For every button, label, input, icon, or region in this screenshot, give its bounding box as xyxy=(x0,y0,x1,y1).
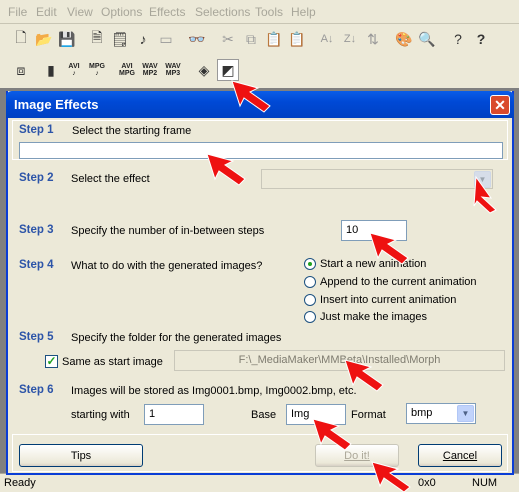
save-icon[interactable]: 💾 xyxy=(56,28,78,50)
sort-descending-icon[interactable]: Z↓ xyxy=(339,28,361,50)
wav-to-mp2-icon[interactable]: WAV MP2 xyxy=(139,59,161,81)
cut-icon[interactable]: ✂ xyxy=(217,28,239,50)
copy-icon[interactable]: ⧉ xyxy=(240,28,262,50)
menu-help[interactable]: Help xyxy=(291,5,316,19)
zoom-icon[interactable]: 🔍 xyxy=(416,28,438,50)
image-info-icon[interactable]: ▮ xyxy=(40,59,62,81)
step3-label: Step 3 xyxy=(19,224,54,236)
dialog-titlebar[interactable]: Image Effects ✕ xyxy=(6,91,514,118)
layers-icon[interactable]: ◈ xyxy=(193,59,215,81)
base-input[interactable]: Img xyxy=(286,404,346,425)
paste-icon[interactable]: 📋 xyxy=(263,28,285,50)
status-text: Ready xyxy=(4,477,36,489)
tips-button[interactable]: Tips xyxy=(19,444,143,467)
radio-insert-animation[interactable]: Insert into current animation xyxy=(304,294,456,306)
whats-this-icon[interactable]: ? xyxy=(447,28,469,50)
sort-ascending-icon[interactable]: A↓ xyxy=(316,28,338,50)
radio-append-animation[interactable]: Append to the current animation xyxy=(304,276,477,288)
main-toolbar: 🗋 📂 💾 🗎 🗒 ♪ ▭ 👓 ✂ ⧉ 📋 📋 A↓ Z↓ ⇅ 🎨 🔍 ? ? xyxy=(0,25,519,55)
close-icon[interactable]: ✕ xyxy=(490,95,510,115)
starting-with-input[interactable]: 1 xyxy=(144,404,204,425)
step2-text: Select the effect xyxy=(71,173,150,185)
step6-text: Images will be stored as Img0001.bmp, Im… xyxy=(71,385,357,397)
sort-icon[interactable]: ⇅ xyxy=(362,28,384,50)
secondary-toolbar: ⧈ ▮ AVI ♪ MPG ♪ AVI MPG WAV MP2 WAV MP3 ◈ ◩ xyxy=(0,56,519,86)
wav-to-mp3-icon[interactable]: WAV MP3 xyxy=(162,59,184,81)
radio-label: Append to the current animation xyxy=(320,276,477,288)
step1-label: Step 1 xyxy=(19,124,54,136)
step3-text: Specify the number of in-between steps xyxy=(71,225,265,237)
help-icon[interactable]: ? xyxy=(470,28,492,50)
menu-options[interactable]: Options xyxy=(101,5,142,19)
new-file-icon[interactable]: 🗋 xyxy=(10,28,32,50)
do-it-button[interactable]: Do it! xyxy=(315,444,399,467)
checkbox-label: Same as start image xyxy=(62,355,163,368)
chevron-down-icon[interactable]: ▼ xyxy=(457,405,474,422)
format-label: Format xyxy=(351,409,386,421)
step6-label: Step 6 xyxy=(19,384,54,396)
menu-file[interactable]: File xyxy=(8,5,27,19)
menu-tools[interactable]: Tools xyxy=(255,5,283,19)
button-panel: Tips Do it! Cancel xyxy=(12,434,508,472)
step2-label: Step 2 xyxy=(19,172,54,184)
radio-button[interactable] xyxy=(304,276,316,288)
starting-with-label: starting with xyxy=(71,409,130,421)
avi-to-mpg-icon[interactable]: AVI MPG xyxy=(116,59,138,81)
mpg-audio-icon[interactable]: MPG ♪ xyxy=(86,59,108,81)
frame-tool-icon[interactable]: ⧈ xyxy=(10,59,32,81)
radio-label: Insert into current animation xyxy=(320,294,457,306)
step1-panel: Step 1 Select the starting frame xyxy=(12,120,508,160)
menu-bar: File Edit View Options Effects Selection… xyxy=(0,0,519,24)
menu-edit[interactable]: Edit xyxy=(36,5,57,19)
step5-text: Specify the folder for the generated ima… xyxy=(71,332,282,344)
step4-text: What to do with the generated images? xyxy=(71,260,263,272)
menu-selections[interactable]: Selections xyxy=(195,5,250,19)
radio-label: Start a new animation xyxy=(320,258,427,270)
chevron-down-icon[interactable]: ▼ xyxy=(474,171,491,188)
music-note-icon[interactable]: ♪ xyxy=(132,28,154,50)
status-bar: Ready 0x0 NUM xyxy=(0,473,519,492)
radio-label: Just make the images xyxy=(320,311,427,323)
inbetween-steps-input[interactable]: 10 xyxy=(341,220,407,241)
glasses-icon[interactable]: 👓 xyxy=(186,28,208,50)
cancel-button[interactable]: Cancel xyxy=(418,444,502,467)
palette-icon[interactable]: 🎨 xyxy=(393,28,415,50)
base-label: Base xyxy=(251,409,277,421)
frames-icon[interactable]: ▭ xyxy=(155,28,177,50)
effect-select[interactable]: ▼ xyxy=(261,169,493,189)
dialog-title: Image Effects xyxy=(14,97,99,112)
new-animation-icon[interactable]: 🗒 xyxy=(109,28,131,50)
radio-new-animation[interactable]: Start a new animation xyxy=(304,258,426,270)
radio-button[interactable] xyxy=(304,258,316,270)
image-effects-icon[interactable]: ◩ xyxy=(217,59,239,81)
radio-button[interactable] xyxy=(304,294,316,306)
starting-frame-field[interactable] xyxy=(19,142,503,159)
step5-label: Step 5 xyxy=(19,331,54,343)
radio-just-images[interactable]: Just make the images xyxy=(304,311,427,323)
step4-label: Step 4 xyxy=(19,259,54,271)
open-folder-icon[interactable]: 📂 xyxy=(33,28,55,50)
status-coords: 0x0 xyxy=(418,477,436,489)
menu-view[interactable]: View xyxy=(67,5,93,19)
checkmark-icon[interactable]: ✓ xyxy=(45,355,58,368)
new-image-icon[interactable]: 🗎 xyxy=(86,28,108,50)
folder-path-field[interactable]: F:\_MediaMaker\MMBeta\Installed\Morph xyxy=(174,350,505,371)
format-value: bmp xyxy=(411,407,433,419)
format-select[interactable]: bmp ▼ xyxy=(406,403,476,424)
status-num-lock: NUM xyxy=(472,477,498,489)
paste-special-icon[interactable]: 📋 xyxy=(286,28,308,50)
avi-audio-icon[interactable]: AVI ♪ xyxy=(63,59,85,81)
step1-text: Select the starting frame xyxy=(72,125,192,137)
same-as-start-checkbox[interactable]: ✓ Same as start image xyxy=(45,355,163,368)
menu-effects[interactable]: Effects xyxy=(149,5,185,19)
radio-button[interactable] xyxy=(304,311,316,323)
image-effects-dialog: Image Effects ✕ Step 1 Select the starti… xyxy=(6,91,514,475)
